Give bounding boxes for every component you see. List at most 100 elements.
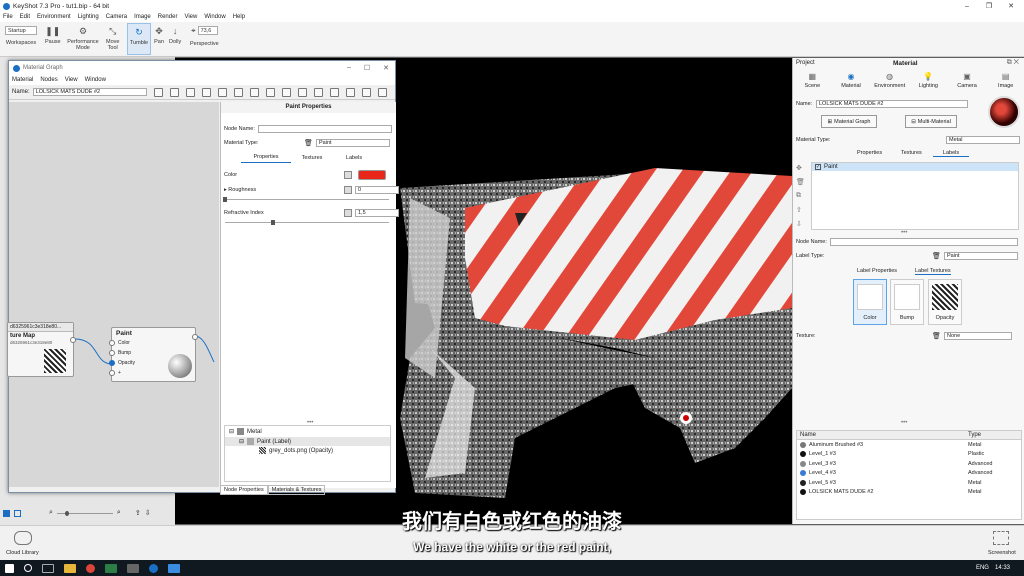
table-row[interactable]: Aluminum Brushed #3 Metal — [797, 440, 1021, 450]
menu-render[interactable]: Render — [158, 14, 178, 20]
menu-edit[interactable]: Edit — [20, 14, 30, 20]
port-color[interactable] — [109, 340, 115, 346]
menu-lighting[interactable]: Lighting — [78, 14, 99, 20]
rp-tab-labels[interactable]: Labels — [933, 150, 969, 157]
texture-slot-icon[interactable] — [344, 171, 352, 179]
copy-icon[interactable] — [233, 87, 243, 97]
roughness-slider[interactable] — [223, 197, 389, 202]
rp-tab-properties[interactable]: Properties — [857, 150, 882, 156]
tree-item-paint-label[interactable]: ⊟ Paint (Label) — [225, 437, 390, 446]
expand-icon[interactable] — [297, 87, 307, 97]
tex-slot-opacity[interactable]: Opacity — [928, 279, 962, 325]
col-name[interactable]: Name — [800, 432, 968, 438]
color-swatch[interactable] — [358, 170, 386, 180]
windows-start-icon[interactable] — [5, 563, 14, 573]
tab-image[interactable]: ▤ Image — [986, 72, 1024, 89]
refractive-handle[interactable] — [271, 220, 275, 225]
copy-label-icon[interactable]: ⧉ — [796, 192, 805, 200]
paint-node[interactable]: Paint Color Bump Opacity + — [109, 327, 198, 382]
node-name-field[interactable] — [258, 125, 392, 133]
tab-label-properties[interactable]: Label Properties — [857, 268, 897, 274]
tab-textures[interactable]: Textures — [291, 155, 333, 163]
multi-material-button[interactable]: ⊟ Multi-Material — [905, 115, 957, 128]
roughness-field[interactable]: 0 — [355, 186, 399, 194]
table-row[interactable]: LOLSICK MATS DUDE #2 Metal — [797, 488, 1021, 498]
mg-name-field[interactable]: LOLSICK MATS DUDE #2 — [32, 88, 147, 96]
paint-output-port[interactable] — [192, 334, 198, 340]
material-preview-sphere[interactable] — [988, 96, 1020, 128]
label-type-select[interactable]: Paint — [944, 252, 1018, 260]
file-explorer-icon[interactable] — [64, 563, 76, 573]
fov-field[interactable]: 73,6 — [197, 26, 218, 35]
dolly-button[interactable]: ↓ Dolly — [169, 25, 181, 46]
material-graph-button[interactable]: ⊞ Material Graph — [821, 115, 877, 128]
table-row[interactable]: Level_4 #3 Advanced — [797, 469, 1021, 479]
sphere-icon[interactable] — [169, 87, 179, 97]
task-view-icon[interactable] — [42, 563, 54, 573]
mg-menu-window[interactable]: Window — [85, 77, 106, 83]
close-button[interactable]: ✕ — [1000, 0, 1022, 12]
close-icon[interactable]: ✕ — [383, 64, 389, 72]
pan-button[interactable]: ✥ Pan — [153, 25, 165, 46]
cube-icon[interactable] — [185, 87, 195, 97]
tools-icon[interactable] — [377, 87, 387, 97]
delete-label-icon[interactable]: 🗑 — [796, 178, 805, 186]
tab-node-properties[interactable]: Node Properties — [220, 485, 268, 495]
restore-button[interactable]: ❐ — [978, 0, 1000, 12]
screen-icon[interactable] — [361, 87, 371, 97]
refractive-field[interactable]: 1,5 — [355, 209, 399, 217]
splitter-handle[interactable]: ••• — [901, 420, 907, 426]
tex-slot-color[interactable]: Color — [853, 279, 887, 325]
texture-select[interactable]: None — [944, 332, 1012, 340]
splitter-handle[interactable]: ••• — [901, 230, 907, 236]
rp-node-name-field[interactable] — [830, 238, 1018, 246]
trash-icon[interactable]: 🗑 — [932, 332, 941, 340]
tree-item-texture[interactable]: grey_dots.png (Opacity) — [225, 446, 390, 455]
language-indicator[interactable]: ENG — [976, 565, 989, 571]
move-up-icon[interactable]: ⇧ — [796, 206, 805, 214]
tab-scene[interactable]: ▦ Scene — [793, 72, 832, 89]
grid-icon[interactable] — [217, 87, 227, 97]
delete-icon[interactable] — [249, 87, 259, 97]
texture-map-node[interactable]: d6325961c3e318e80... ture Map d6325961c3… — [7, 322, 76, 377]
tab-label-textures[interactable]: Label Textures — [915, 268, 951, 275]
add-label-icon[interactable]: ✥ — [796, 164, 805, 172]
minimize-icon[interactable]: – — [347, 64, 351, 72]
menu-window[interactable]: Window — [204, 14, 225, 20]
trash-icon[interactable]: 🗑 — [932, 252, 941, 260]
texture-slot-icon[interactable] — [344, 186, 352, 194]
trash-icon[interactable]: 🗑 — [304, 139, 313, 147]
tab-properties[interactable]: Properties — [241, 154, 291, 163]
search-icon[interactable] — [24, 564, 32, 572]
move-down-icon[interactable]: ⇩ — [796, 220, 805, 228]
maximize-icon[interactable]: ☐ — [364, 64, 370, 72]
texture-slot-icon[interactable] — [344, 209, 352, 217]
output-port[interactable] — [70, 337, 76, 343]
mg-menu-view[interactable]: View — [65, 77, 78, 83]
tab-camera[interactable]: ▣ Camera — [948, 72, 987, 89]
pause-button[interactable]: ❚❚ Pause — [45, 25, 61, 46]
rp-tab-textures[interactable]: Textures — [901, 150, 922, 156]
roughness-handle[interactable] — [223, 197, 227, 202]
col-type[interactable]: Type — [968, 432, 981, 438]
tab-lighting[interactable]: 💡 Lighting — [909, 72, 948, 89]
clock[interactable]: 14:33 — [995, 565, 1010, 571]
tex-slot-bump[interactable]: Bump — [890, 279, 924, 325]
node-graph-canvas[interactable]: d6325961c3e318e80... ture Map d6325961c3… — [7, 102, 219, 487]
menu-environment[interactable]: Environment — [37, 14, 71, 20]
table-row[interactable]: Level_1 #3 Plastic — [797, 450, 1021, 460]
tab-material[interactable]: ◉ Material — [832, 72, 871, 89]
chrome-icon[interactable] — [86, 563, 95, 573]
menu-help[interactable]: Help — [233, 14, 245, 20]
layout-icon[interactable] — [281, 87, 291, 97]
menu-file[interactable]: File — [3, 14, 13, 20]
tab-labels[interactable]: Labels — [333, 155, 375, 163]
roughness-label[interactable]: ▸ Roughness — [224, 187, 344, 193]
refresh-icon[interactable] — [201, 87, 211, 97]
mg-menu-material[interactable]: Material — [12, 77, 33, 83]
mg-menu-nodes[interactable]: Nodes — [40, 77, 57, 83]
collapse-icon[interactable] — [313, 87, 323, 97]
port-opacity[interactable] — [109, 360, 115, 366]
port-bump[interactable] — [109, 350, 115, 356]
tumble-button[interactable]: ↻ Tumble — [127, 23, 151, 55]
